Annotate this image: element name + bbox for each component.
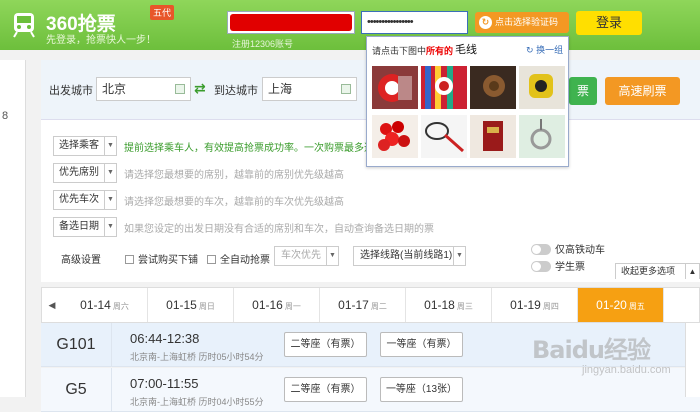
date-hint: 如果您设定的出发日期没有合适的席别和车次，自动查询备选日期的票 — [124, 224, 434, 235]
passenger-select[interactable]: 选择乘客 ▼ — [53, 136, 117, 156]
seat-button[interactable]: 二等座（有票） — [284, 377, 367, 402]
train-time: 07:00-11:55 — [130, 376, 199, 391]
date-tab[interactable]: 01-19 周四 — [492, 288, 578, 322]
seat-button[interactable]: 二等座（有票） — [284, 332, 367, 357]
train-time: 06:44-12:38 — [130, 331, 200, 346]
captcha-prompt: 请点击下图中所有的 — [372, 46, 454, 56]
from-label: 出发城市 — [49, 85, 93, 97]
register-link[interactable]: 注册12306账号 — [232, 37, 293, 50]
to-label: 到达城市 — [214, 85, 258, 97]
refresh-icon: ↻ — [526, 45, 534, 55]
from-city-value: 北京 — [102, 82, 127, 96]
captcha-image-3[interactable] — [470, 66, 516, 109]
username-input[interactable] — [227, 11, 355, 34]
top-header: 360抢票 五代 先登录，抢票快人一步！ 注册12306账号 •••••••••… — [0, 0, 700, 50]
version-badge: 五代 — [150, 5, 175, 20]
student-toggle[interactable]: 学生票 — [531, 258, 585, 273]
seat-button[interactable]: 一等座（有票） — [380, 332, 463, 357]
date-tab[interactable]: 01-16 周一 — [234, 288, 320, 322]
city-picker-icon[interactable] — [341, 84, 351, 94]
captcha-button[interactable]: ↻ 点击选择验证码 — [475, 12, 569, 33]
toggle-icon — [531, 261, 551, 272]
auto-grab-checkbox[interactable]: 全自动抢票 — [207, 251, 270, 266]
train-logo-icon — [13, 13, 35, 38]
left-sidebar: 8 — [0, 60, 26, 397]
captcha-image-6[interactable] — [421, 115, 467, 158]
to-city-value: 上海 — [268, 82, 293, 96]
from-city-input[interactable]: 北京 — [96, 77, 191, 101]
watermark-url: jingyan.baidu.com — [582, 364, 671, 376]
seat-hint: 请选择您最想要的席别，越靠前的席别优先级越高 — [124, 170, 344, 181]
date-select[interactable]: 备选日期 ▼ — [53, 217, 117, 237]
passenger-hint: 提前选择乘车人，有效提高抢票成功率。一次购票最多选择 — [124, 143, 384, 154]
swap-icon[interactable]: ⇄ — [194, 80, 206, 97]
captcha-button-label: 点击选择验证码 — [495, 17, 559, 27]
prev-date-icon[interactable]: ◀ — [42, 288, 62, 322]
fast-refresh-button[interactable]: 高速刷票 — [605, 77, 680, 105]
date-tab[interactable]: 01-14 周六 — [62, 288, 148, 322]
captcha-refresh-link[interactable]: ↻ 换一组 — [526, 43, 563, 56]
chevron-down-icon: ▼ — [326, 247, 338, 265]
date-tab[interactable]: 01-15 周日 — [148, 288, 234, 322]
captcha-image-2[interactable] — [421, 66, 467, 109]
seat-select[interactable]: 优先席别 ▼ — [53, 163, 117, 183]
to-city-input[interactable]: 上海 — [262, 77, 357, 101]
chevron-down-icon: ▼ — [453, 247, 465, 265]
high-speed-toggle[interactable]: 仅高铁动车 — [531, 241, 605, 256]
query-button[interactable]: 票 — [569, 77, 597, 105]
train-info: 北京南-上海虹桥 历时05小时54分 — [130, 352, 264, 362]
checkbox-icon — [207, 255, 216, 264]
toggle-icon — [531, 244, 551, 255]
checkbox-icon — [125, 255, 134, 264]
sidebar-item[interactable]: 8 — [2, 110, 8, 122]
login-button[interactable]: 登录 — [576, 11, 642, 35]
captcha-image-1[interactable] — [372, 66, 418, 109]
advanced-label: 高级设置 — [61, 255, 101, 266]
collapse-options-button[interactable]: 收起更多选项 ▲ — [615, 263, 700, 279]
refresh-circle-icon: ↻ — [479, 16, 492, 29]
route-select[interactable]: 选择线路(当前线路1) ▼ — [353, 246, 466, 266]
train-number: G5 — [41, 368, 112, 412]
password-input[interactable]: •••••••••••••••• — [361, 11, 468, 34]
app-subtitle: 先登录，抢票快人一步！ — [46, 35, 156, 46]
train-select[interactable]: 优先车次 ▼ — [53, 190, 117, 210]
date-tab[interactable]: 01-18 周三 — [406, 288, 492, 322]
date-tabs: ◀ 01-14 周六 01-15 周日 01-16 周一 01-17 周二 01-18 周… — [41, 287, 700, 323]
train-number: G101 — [41, 323, 112, 367]
chevron-down-icon: ▼ — [104, 164, 116, 182]
chevron-up-icon: ▲ — [685, 264, 699, 279]
redacted-username — [230, 14, 352, 31]
date-tab[interactable]: 01-17 周二 — [320, 288, 406, 322]
chevron-down-icon: ▼ — [104, 218, 116, 236]
captcha-image-8[interactable] — [519, 115, 565, 158]
try-standing-checkbox[interactable]: 尝试购买下铺 — [125, 251, 198, 266]
captcha-image-4[interactable] — [519, 66, 565, 109]
train-hint: 请选择您最想要的车次，越靠前的车次优先级越高 — [124, 197, 344, 208]
city-picker-icon[interactable] — [175, 84, 185, 94]
chevron-down-icon: ▼ — [104, 137, 116, 155]
priority-select[interactable]: 车次优先 ▼ — [274, 246, 339, 266]
seat-button[interactable]: 一等座（13张） — [380, 377, 463, 402]
chevron-down-icon: ▼ — [104, 191, 116, 209]
captcha-image-7[interactable] — [470, 115, 516, 158]
date-tab-selected[interactable]: 01-20 周五 — [578, 288, 664, 322]
captcha-word: 毛线 — [455, 43, 477, 56]
captcha-popup: 请点击下图中所有的 毛线 ↻ 换一组 — [366, 36, 569, 167]
captcha-image-5[interactable] — [372, 115, 418, 158]
